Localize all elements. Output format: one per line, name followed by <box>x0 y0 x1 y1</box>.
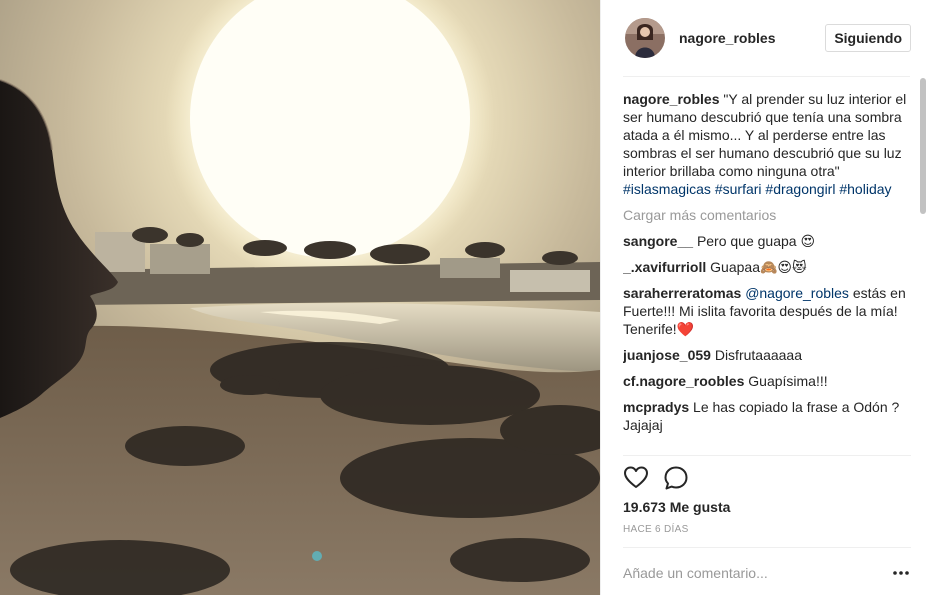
post-modal: nagore_robles Siguiendo nagore_robles "Y… <box>0 0 932 595</box>
hashtag-link[interactable]: #holiday <box>839 181 891 197</box>
comment-item: sangore__ Pero que guapa 😍 <box>623 232 909 250</box>
post-caption: nagore_robles "Y al prender su luz inter… <box>623 90 909 198</box>
comment-item: cf.nagore_roobles Guapísima!!! <box>623 372 909 390</box>
add-comment-input[interactable] <box>623 560 873 586</box>
comment-text: Guapaa🙈😍😻 <box>710 259 807 275</box>
header-divider <box>623 76 910 77</box>
following-button[interactable]: Siguiendo <box>825 24 911 52</box>
comment-text: Pero que guapa 😍 <box>696 233 816 249</box>
scrollbar-thumb[interactable] <box>920 78 926 214</box>
comment-item: mcpradys Le has copiado la frase a Odón … <box>623 398 909 434</box>
comment-item: _.xavifurrioll Guapaa🙈😍😻 <box>623 258 909 276</box>
add-comment-section <box>623 547 911 595</box>
heart-icon[interactable] <box>623 465 649 491</box>
avatar[interactable] <box>625 18 665 58</box>
comment-text: Guapísima!!! <box>748 373 828 389</box>
sunset-beach-image <box>0 0 600 595</box>
likes-count[interactable]: 19.673 Me gusta <box>623 499 730 515</box>
comment-username[interactable]: juanjose_059 <box>623 347 711 363</box>
comment-item: saraherreratomas @nagore_robles estás en… <box>623 284 909 338</box>
post-date[interactable]: HACE 6 DÍAS <box>623 524 689 535</box>
more-options-icon[interactable] <box>891 562 911 584</box>
comment-username[interactable]: saraherreratomas <box>623 285 741 301</box>
comment-item: juanjose_059 Disfrutaaaaaa <box>623 346 909 364</box>
comment-username[interactable]: cf.nagore_roobles <box>623 373 744 389</box>
comments-list[interactable]: nagore_robles "Y al prender su luz inter… <box>623 88 909 455</box>
post-photo[interactable] <box>0 0 600 595</box>
comment-mention-link[interactable]: @nagore_robles <box>745 285 849 301</box>
caption-username[interactable]: nagore_robles <box>623 91 719 107</box>
hashtag-link[interactable]: #dragongirl <box>765 181 835 197</box>
comment-icon[interactable] <box>663 465 689 491</box>
post-side-panel: nagore_robles Siguiendo nagore_robles "Y… <box>600 0 932 595</box>
post-header: nagore_robles Siguiendo <box>601 0 932 76</box>
post-author-username[interactable]: nagore_robles <box>679 30 825 46</box>
load-more-comments-link[interactable]: Cargar más comentarios <box>623 206 909 224</box>
comments-scrollbar[interactable] <box>919 78 927 454</box>
comment-text: Disfrutaaaaaa <box>714 347 802 363</box>
avatar-image <box>625 18 665 58</box>
comment-username[interactable]: sangore__ <box>623 233 693 249</box>
post-actions-bar <box>623 455 911 499</box>
comment-username[interactable]: _.xavifurrioll <box>623 259 706 275</box>
hashtag-link[interactable]: #islasmagicas <box>623 181 711 197</box>
hashtag-link[interactable]: #surfari <box>715 181 762 197</box>
comment-username[interactable]: mcpradys <box>623 399 689 415</box>
